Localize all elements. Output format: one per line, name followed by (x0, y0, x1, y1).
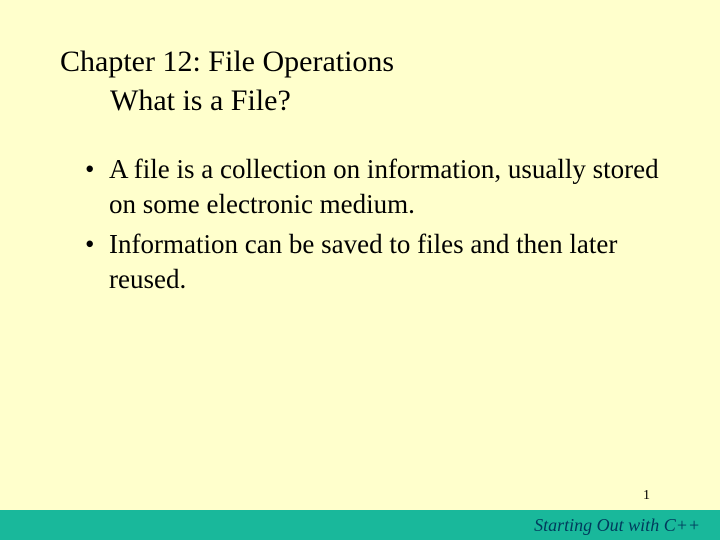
footer-text: Starting Out with C++ (534, 515, 700, 536)
bullet-list: A file is a collection on information, u… (60, 152, 670, 296)
title-line-2: What is a File? (60, 81, 670, 120)
title-block: Chapter 12: File Operations What is a Fi… (60, 42, 670, 120)
bullet-item: Information can be saved to files and th… (85, 227, 670, 296)
slide-content: Chapter 12: File Operations What is a Fi… (0, 0, 720, 296)
page-number: 1 (643, 488, 650, 504)
bullet-item: A file is a collection on information, u… (85, 152, 670, 221)
footer-bar: Starting Out with C++ (0, 510, 720, 540)
footer: 1 Starting Out with C++ (0, 510, 720, 540)
title-line-1: Chapter 12: File Operations (60, 42, 670, 81)
